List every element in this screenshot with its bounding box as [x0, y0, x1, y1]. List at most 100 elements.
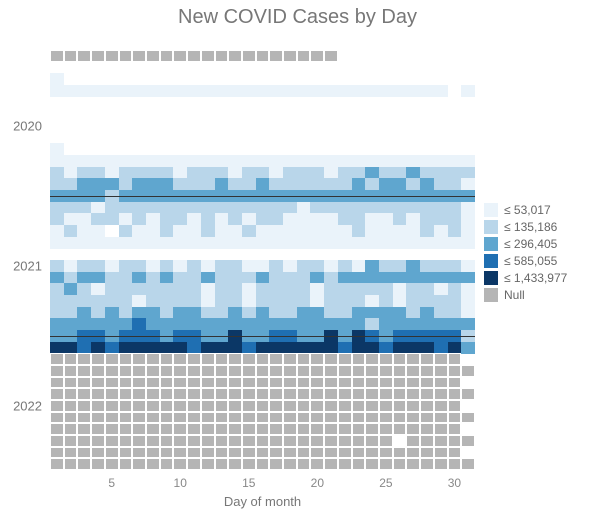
- heatmap-cell: [215, 283, 229, 295]
- heatmap-cell: [365, 213, 379, 225]
- heatmap-cell: [269, 213, 283, 225]
- heatmap-cell: [146, 377, 160, 389]
- heatmap-cell: [324, 447, 338, 459]
- heatmap-cell: [91, 435, 105, 447]
- legend-label: ≤ 296,405: [504, 237, 557, 251]
- heatmap-cell: [160, 447, 174, 459]
- heatmap-cell: [379, 272, 393, 284]
- heatmap-cell: [105, 412, 119, 424]
- heatmap-cell: [91, 353, 105, 365]
- heatmap-cell: [242, 202, 256, 214]
- heatmap-cell: [406, 167, 420, 179]
- heatmap-cell: [242, 377, 256, 389]
- heatmap-cell: [283, 272, 297, 284]
- heatmap-cell: [119, 377, 133, 389]
- heatmap-cell: [50, 295, 64, 307]
- heatmap-cell: [310, 342, 324, 354]
- heatmap-cell: [77, 178, 91, 190]
- heatmap-cell: [64, 178, 78, 190]
- heatmap-cell: [406, 213, 420, 225]
- legend-label: Null: [504, 288, 525, 302]
- heatmap-cell: [146, 225, 160, 237]
- heatmap-cell: [310, 447, 324, 459]
- heatmap-cell: [187, 400, 201, 412]
- heatmap-cell: [365, 458, 379, 470]
- legend-label: ≤ 135,186: [504, 220, 557, 234]
- heatmap-cell: [173, 260, 187, 272]
- heatmap-cell: [119, 178, 133, 190]
- heatmap-cell: [393, 237, 407, 249]
- heatmap-cell: [119, 365, 133, 377]
- heatmap-cell: [420, 85, 434, 97]
- heatmap-cell: [365, 353, 379, 365]
- heatmap-cell: [324, 342, 338, 354]
- heatmap-cell: [324, 225, 338, 237]
- heatmap-cell: [228, 272, 242, 284]
- heatmap-cell: [297, 412, 311, 424]
- heatmap-cell: [365, 377, 379, 389]
- legend: ≤ 53,017≤ 135,186≤ 296,405≤ 585,055≤ 1,4…: [484, 200, 594, 305]
- heatmap-cell: [338, 307, 352, 319]
- heatmap-cell: [448, 400, 462, 412]
- heatmap-cell: [448, 412, 462, 424]
- heatmap-cell: [201, 237, 215, 249]
- heatmap-cell: [187, 50, 201, 62]
- heatmap-cell: [324, 400, 338, 412]
- heatmap-cell: [393, 318, 407, 330]
- heatmap-cell: [160, 353, 174, 365]
- y-tick-label: 2022: [13, 398, 42, 413]
- heatmap-cell: [420, 272, 434, 284]
- heatmap-cell: [434, 213, 448, 225]
- heatmap-cell: [215, 85, 229, 97]
- heatmap-cell: [64, 377, 78, 389]
- heatmap-cell: [187, 237, 201, 249]
- legend-swatch: [484, 220, 498, 234]
- heatmap-cell: [448, 260, 462, 272]
- heatmap-cell: [324, 318, 338, 330]
- heatmap-cell: [228, 400, 242, 412]
- heatmap-cell: [434, 272, 448, 284]
- heatmap-cell: [379, 295, 393, 307]
- heatmap-cell: [338, 400, 352, 412]
- heatmap-cell: [352, 342, 366, 354]
- heatmap-cell: [228, 318, 242, 330]
- heatmap-cell: [91, 260, 105, 272]
- heatmap-cell: [338, 225, 352, 237]
- heatmap-cell: [105, 342, 119, 354]
- heatmap-cell: [379, 458, 393, 470]
- heatmap-cell: [406, 423, 420, 435]
- heatmap-cell: [338, 85, 352, 97]
- heatmap-cell: [365, 155, 379, 167]
- heatmap-cell: [105, 447, 119, 459]
- heatmap-cell: [64, 50, 78, 62]
- heatmap-cell: [352, 167, 366, 179]
- heatmap-cell: [215, 388, 229, 400]
- heatmap-cell: [256, 283, 270, 295]
- heatmap-cell: [187, 423, 201, 435]
- heatmap-cell: [64, 435, 78, 447]
- heatmap-cell: [448, 423, 462, 435]
- heatmap-cell: [461, 458, 475, 470]
- heatmap-cell: [338, 155, 352, 167]
- heatmap-cell: [420, 225, 434, 237]
- heatmap-cell: [215, 307, 229, 319]
- heatmap-cell: [406, 85, 420, 97]
- heatmap-cell: [310, 412, 324, 424]
- heatmap-cell: [77, 202, 91, 214]
- heatmap-cell: [297, 447, 311, 459]
- heatmap-cell: [105, 237, 119, 249]
- heatmap-cell: [173, 388, 187, 400]
- heatmap-cell: [406, 318, 420, 330]
- heatmap-cell: [173, 342, 187, 354]
- heatmap-cell: [201, 365, 215, 377]
- heatmap-cell: [338, 318, 352, 330]
- heatmap-cell: [228, 178, 242, 190]
- heatmap-cell: [393, 213, 407, 225]
- heatmap-cell: [338, 213, 352, 225]
- heatmap-cell: [379, 388, 393, 400]
- heatmap-cell: [256, 85, 270, 97]
- heatmap-cell: [242, 458, 256, 470]
- heatmap-cell: [256, 447, 270, 459]
- heatmap-cell: [352, 447, 366, 459]
- heatmap-cell: [256, 178, 270, 190]
